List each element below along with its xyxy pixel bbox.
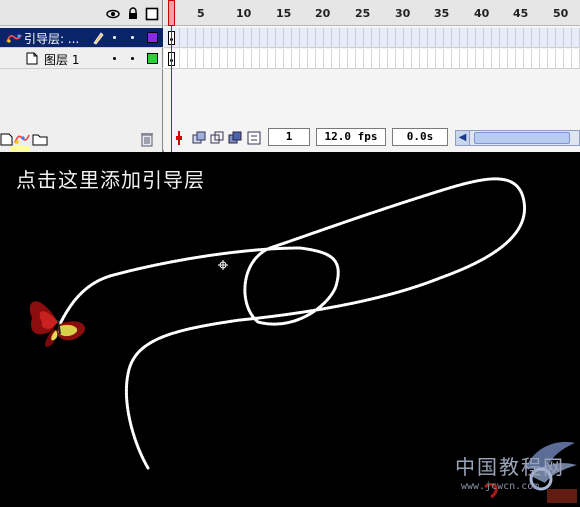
ruler-label: 35: [434, 7, 450, 20]
frame-row-layer1[interactable]: [164, 49, 580, 69]
highlight-marker: [10, 146, 30, 152]
pencil-icon: [92, 31, 104, 48]
add-motion-guide-icon[interactable]: [14, 131, 30, 147]
motion-guide-icon: [6, 31, 22, 48]
stage[interactable]: 点击这里添加引导层 中国教程网 www.jcwcn.com: [0, 154, 580, 507]
watermark: 中国教程网 www.jcwcn.com: [455, 439, 580, 507]
layer-icon: [26, 52, 38, 68]
timeline-panel: 引导层: ... 图层 1 5 10 15 20 25 30 35 40 45 …: [0, 0, 580, 152]
layer-row-1[interactable]: 图层 1: [0, 49, 163, 69]
edit-multiple-frames-icon[interactable]: [228, 130, 244, 146]
layer-name-1[interactable]: 图层 1: [44, 51, 79, 68]
modify-onion-markers-icon[interactable]: [246, 130, 262, 146]
frame-rate-field[interactable]: 12.0 fps: [316, 128, 386, 146]
elapsed-time-field: 0.0s: [392, 128, 448, 146]
scroll-thumb[interactable]: [474, 132, 570, 144]
ruler-label: 30: [395, 7, 411, 20]
ruler-label: 25: [355, 7, 371, 20]
layer-list: 引导层: ... 图层 1: [0, 0, 163, 152]
visibility-dot[interactable]: [113, 57, 116, 60]
scroll-left-icon[interactable]: ◀: [456, 131, 470, 145]
visibility-dot[interactable]: [113, 36, 116, 39]
ruler-label: 50: [553, 7, 569, 20]
watermark-url: www.jcwcn.com: [461, 481, 540, 492]
lock-icon[interactable]: [126, 6, 140, 20]
insert-folder-icon[interactable]: [32, 131, 48, 147]
outline-color-swatch[interactable]: [147, 53, 158, 64]
ruler-label: 15: [276, 7, 292, 20]
ruler-label: 45: [513, 7, 529, 20]
onion-skin-icon[interactable]: [192, 130, 208, 146]
butterfly-icon[interactable]: [29, 301, 86, 347]
frame-ruler[interactable]: 1 5 10 15 20 25 30 35 40 45 50: [164, 0, 580, 26]
current-frame-field[interactable]: 1: [268, 128, 310, 146]
layer-header: [0, 0, 162, 26]
ruler-label: 5: [197, 7, 205, 20]
playhead[interactable]: [168, 0, 175, 26]
onion-skin-outline-icon[interactable]: [210, 130, 226, 146]
outline-icon[interactable]: [145, 6, 159, 21]
lock-dot[interactable]: [131, 57, 134, 60]
registration-point-icon: [218, 260, 228, 270]
guide-line[interactable]: [58, 177, 526, 470]
ruler-label: 10: [236, 7, 252, 20]
center-frame-icon[interactable]: [174, 130, 190, 146]
instruction-text: 点击这里添加引导层: [16, 168, 205, 192]
ruler-label: 40: [474, 7, 490, 20]
layer-row-guide[interactable]: 引导层: ...: [0, 28, 163, 48]
playhead-line: [171, 26, 172, 152]
layer-name-guide[interactable]: 引导层: ...: [24, 30, 79, 47]
outline-color-swatch[interactable]: [147, 32, 158, 43]
lock-dot[interactable]: [131, 36, 134, 39]
watermark-text: 中国教程网: [455, 455, 565, 479]
delete-layer-icon[interactable]: [140, 131, 156, 147]
timeline-scrollbar[interactable]: ◀: [455, 130, 580, 146]
frame-row-guide[interactable]: [164, 28, 580, 48]
eye-icon[interactable]: [106, 6, 120, 20]
ruler-label: 20: [315, 7, 331, 20]
